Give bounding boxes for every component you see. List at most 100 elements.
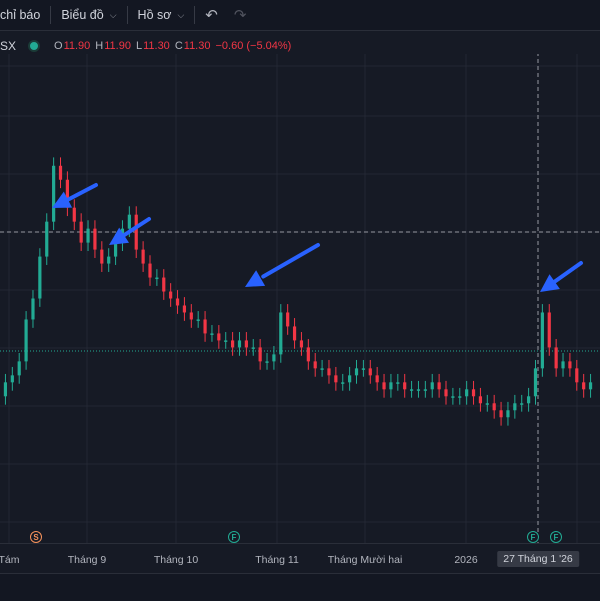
candle-body: [203, 319, 207, 334]
candle-body: [506, 410, 510, 418]
top-toolbar: chỉ báo Biểu đồ ⌵ Hồ sơ ⌵ ↶ ↷: [0, 0, 600, 31]
annotation-arrow-shaft: [261, 243, 320, 279]
time-axis[interactable]: Tám Tháng 9 Tháng 10 Tháng 11 Tháng Mười…: [0, 543, 600, 574]
candle-body: [561, 361, 565, 369]
chevron-down-icon: ⌵: [109, 9, 117, 20]
candle-body: [423, 389, 427, 391]
candle-body: [568, 361, 572, 369]
candle-body: [368, 368, 372, 376]
candle-body: [127, 214, 131, 229]
candle-body: [299, 340, 304, 348]
indicators-label: chỉ báo: [0, 8, 41, 22]
candle-body: [458, 396, 462, 398]
candle-body: [148, 263, 152, 278]
candle-body: [499, 410, 503, 418]
candle-body: [237, 340, 242, 348]
candle-body: [416, 389, 421, 391]
candle-body: [513, 403, 517, 411]
candle-body: [38, 256, 42, 299]
crosshair-date-label: 27 Tháng 1 '26: [497, 551, 579, 567]
candle-body: [313, 361, 317, 369]
time-axis-tick: Tháng Mười hai: [327, 554, 403, 566]
candle-body: [341, 382, 345, 384]
ohlc-legend: SX O 11.90 H 11.90 L 11.30 C 11.30 −0.60 (−5…: [0, 38, 296, 54]
annotation-arrow-head: [540, 274, 560, 292]
candle-body: [444, 389, 448, 397]
candle-body: [575, 368, 579, 383]
time-axis-tick: Tám: [0, 554, 20, 566]
chart-type-label: Biểu đồ: [61, 8, 104, 22]
candle-body: [31, 298, 35, 320]
candle-body: [540, 312, 544, 369]
candle-body: [437, 382, 441, 390]
undo-icon[interactable]: ↶: [205, 0, 218, 30]
candle-body: [403, 382, 407, 390]
candle-body: [588, 382, 593, 390]
candle-body: [396, 382, 400, 384]
candle-body: [141, 249, 145, 264]
candle-body: [17, 361, 21, 376]
profile-label: Hồ sơ: [137, 8, 172, 22]
candle-body: [286, 312, 290, 327]
toolbar-divider: [194, 6, 196, 24]
candle-body: [348, 375, 352, 383]
redo-icon[interactable]: ↷: [234, 0, 247, 30]
indicators-button[interactable]: chỉ báo: [0, 0, 40, 30]
candle-body: [3, 382, 8, 397]
time-axis-tick: Tháng 11: [255, 554, 299, 566]
profile-button[interactable]: Hồ sơ ⌵: [138, 0, 185, 30]
candle-body: [93, 228, 97, 250]
candle-body: [244, 340, 248, 348]
candle-body: [52, 165, 56, 222]
chart-type-button[interactable]: Biểu đồ ⌵: [61, 0, 116, 30]
candle-body: [451, 396, 455, 398]
candle-body: [217, 333, 221, 341]
close-value: 11.30: [183, 40, 211, 52]
candle-body: [334, 375, 338, 383]
split-event-marker[interactable]: S: [30, 531, 42, 543]
candle-body: [354, 368, 359, 376]
candle-body: [478, 396, 483, 404]
candle-body: [471, 389, 476, 397]
candle-body: [375, 375, 379, 383]
candle-body: [10, 375, 14, 383]
candle-body: [554, 347, 558, 369]
time-axis-tick: Tháng 9: [67, 554, 107, 566]
close-label: C: [174, 40, 183, 52]
candle-body: [79, 221, 83, 243]
low-value: 11.30: [143, 40, 170, 52]
candle-body: [189, 312, 193, 320]
candle-body: [58, 165, 63, 180]
candle-body: [409, 389, 414, 391]
low-label: L: [135, 40, 143, 52]
financials-event-marker[interactable]: F: [228, 531, 240, 543]
symbol-label[interactable]: SX: [0, 39, 16, 53]
candle-body: [107, 256, 111, 264]
candle-body: [251, 347, 255, 349]
annotation-arrow-head: [245, 270, 266, 287]
candle-body: [320, 368, 324, 370]
candle-body: [520, 403, 524, 405]
financials-event-marker[interactable]: F: [527, 531, 539, 543]
candle-body: [169, 291, 173, 299]
candle-body: [265, 361, 269, 363]
candle-body: [465, 389, 469, 397]
candle-body: [361, 368, 365, 370]
candle-body: [292, 326, 297, 341]
candle-body: [134, 214, 138, 250]
candle-body: [582, 382, 586, 390]
candle-body: [389, 382, 393, 390]
candle-body: [162, 277, 166, 292]
candle-body: [100, 249, 104, 264]
candle-body: [527, 396, 531, 404]
candle-body: [182, 305, 187, 313]
open-label: O: [54, 40, 63, 52]
chevron-down-icon: ⌵: [177, 9, 185, 20]
time-axis-tick: Tháng 10: [153, 554, 199, 566]
candle-body: [533, 368, 538, 397]
candle-body: [175, 298, 180, 306]
price-chart[interactable]: [0, 54, 600, 543]
candle-body: [113, 242, 118, 257]
annotation-arrow-shaft: [548, 261, 583, 287]
financials-event-marker[interactable]: F: [550, 531, 562, 543]
